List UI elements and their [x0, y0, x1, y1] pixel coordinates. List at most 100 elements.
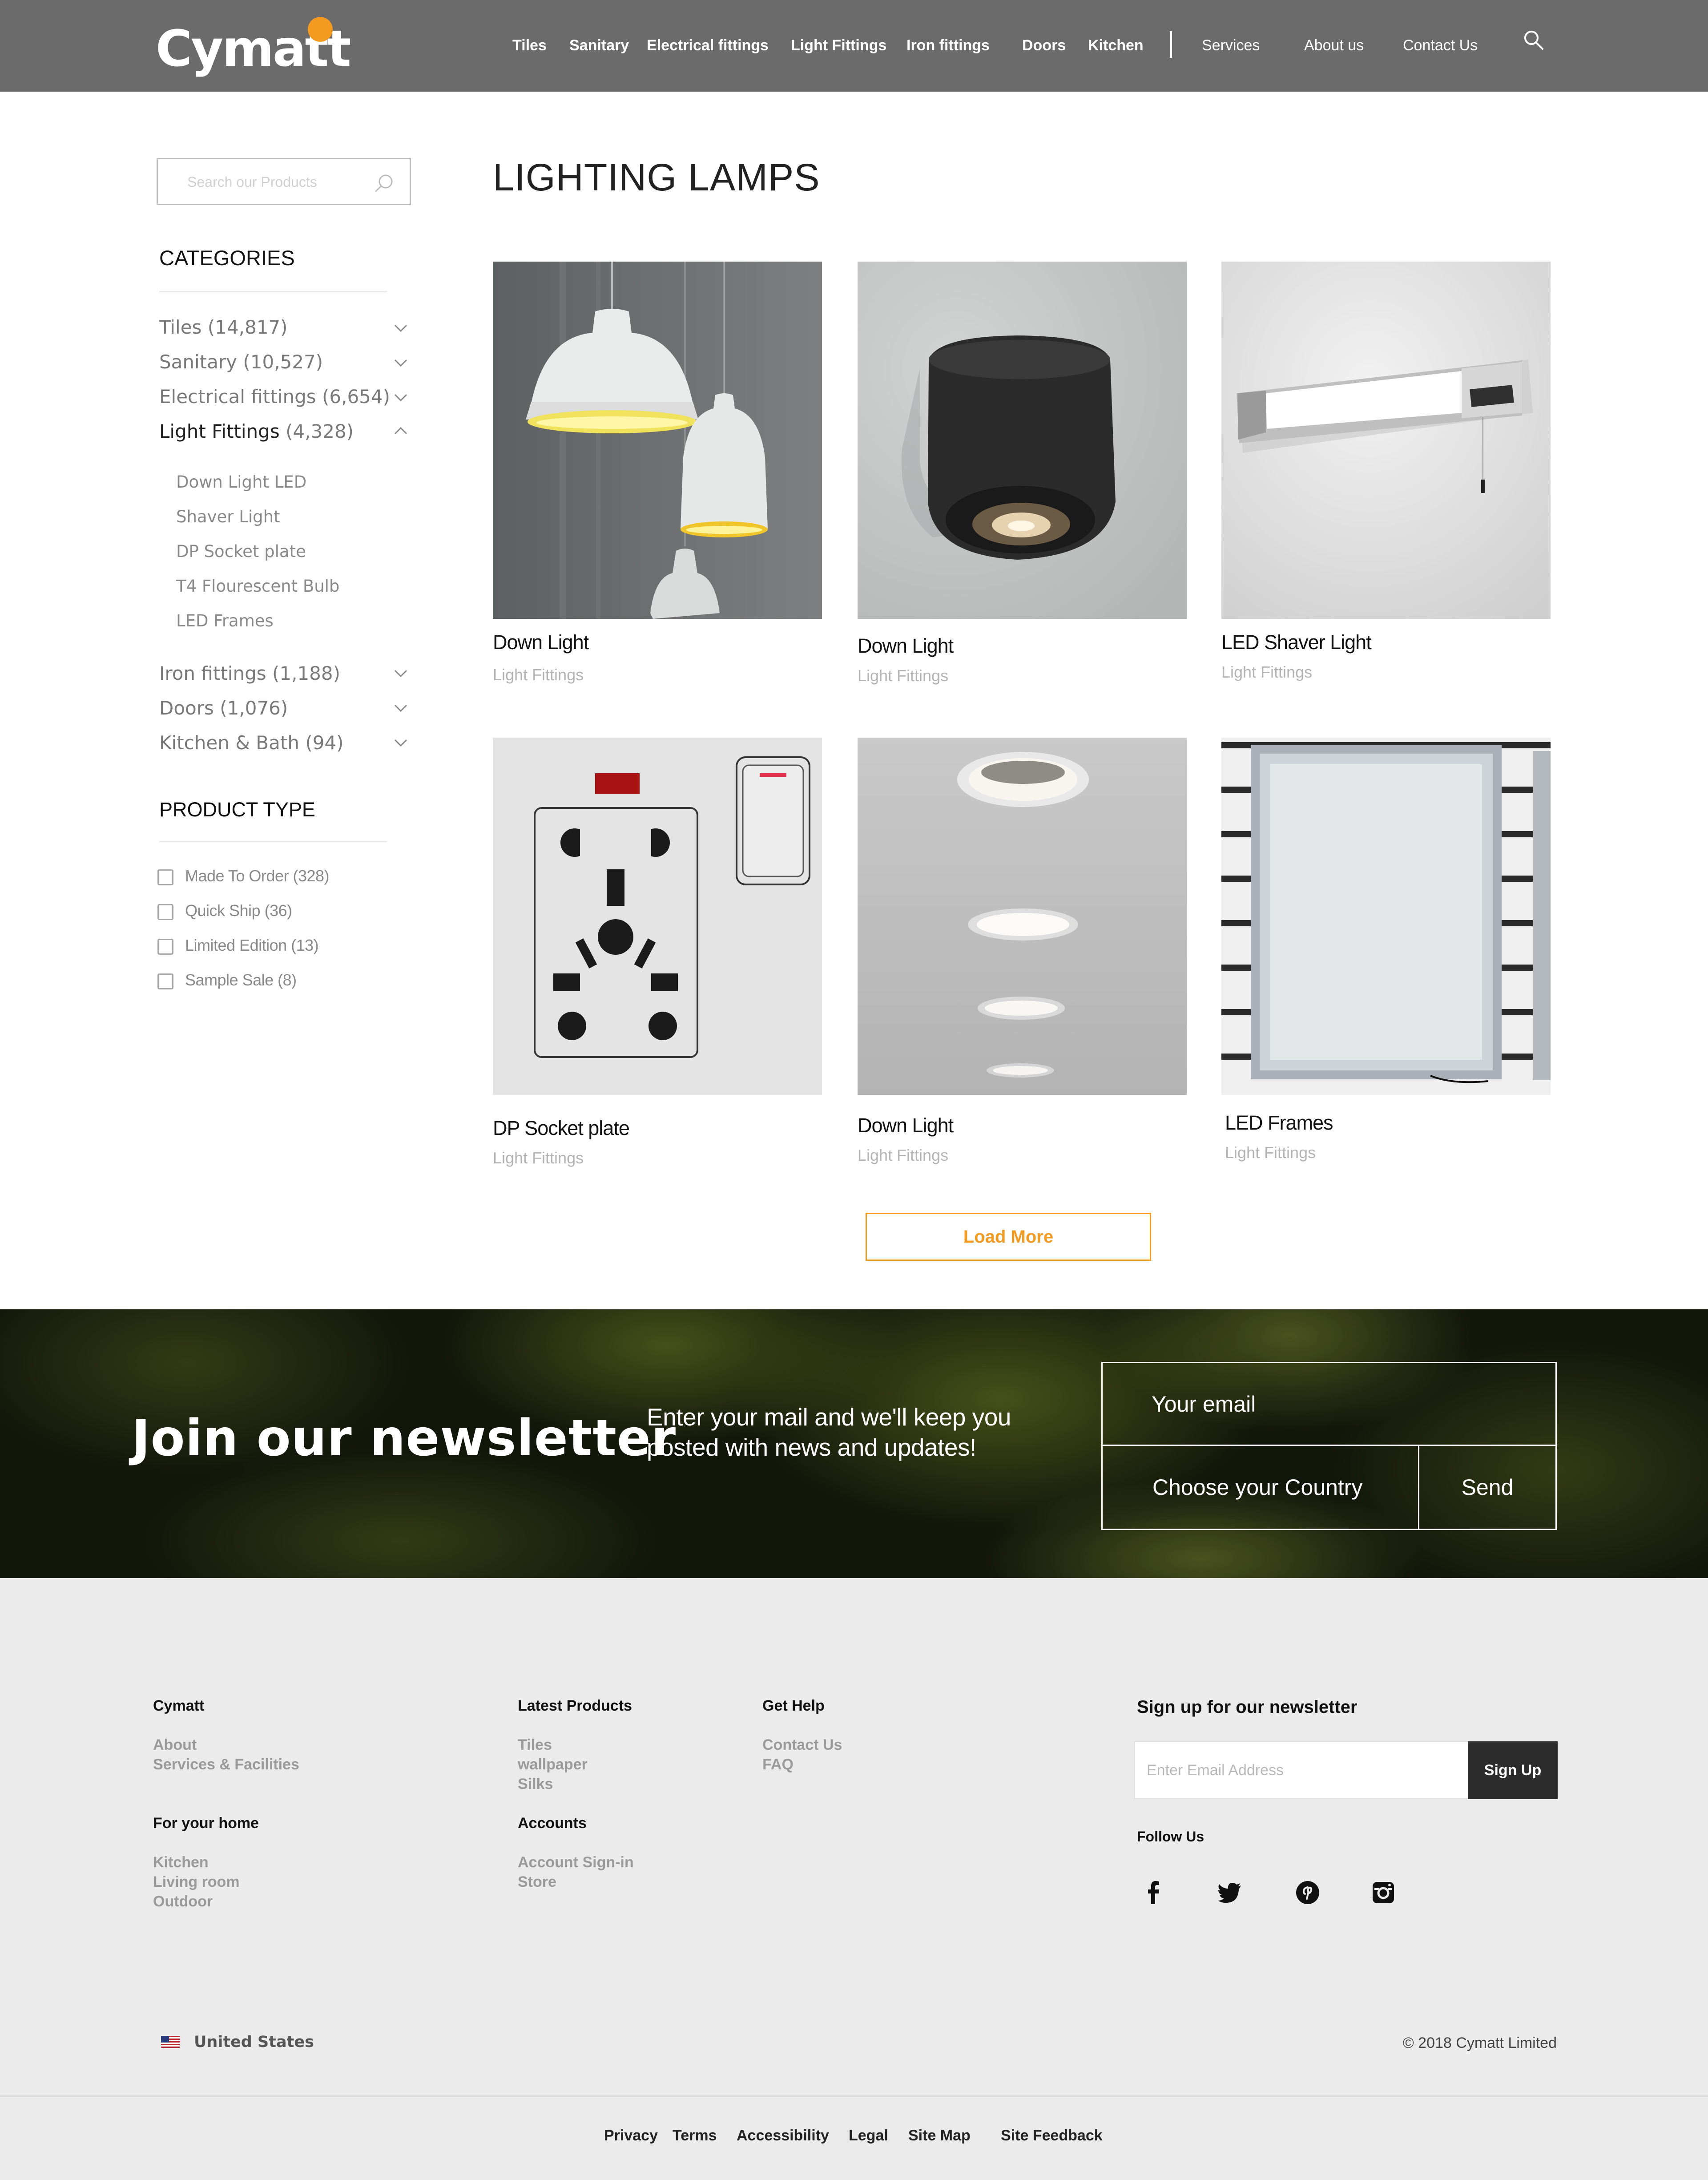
- product-title[interactable]: LED Shaver Light: [1221, 629, 1372, 656]
- product-title[interactable]: Down Light: [493, 629, 589, 656]
- product-card[interactable]: Down Light Light Fittings: [858, 738, 1187, 1174]
- footer-link-site-map[interactable]: Site Map: [908, 2126, 971, 2145]
- twitter-icon[interactable]: [1217, 1879, 1244, 1906]
- subcategory-down-light-led[interactable]: Down Light LED: [176, 471, 306, 494]
- footer-link-living-room[interactable]: Living room: [153, 1872, 240, 1892]
- footer-link-tiles[interactable]: Tiles: [518, 1735, 552, 1755]
- footer-link-services-facilities[interactable]: Services & Facilities: [153, 1755, 299, 1774]
- footer-heading-cymatt: Cymatt: [153, 1697, 205, 1714]
- product-title[interactable]: Down Light: [858, 633, 954, 659]
- send-button[interactable]: Send: [1419, 1446, 1555, 1529]
- product-title[interactable]: DP Socket plate: [493, 1115, 630, 1142]
- nav-about-us[interactable]: About us: [1304, 35, 1364, 56]
- product-card[interactable]: Down Light Light Fittings: [493, 262, 822, 689]
- chevron-down-icon[interactable]: [391, 663, 411, 683]
- category-name: Kitchen & Bath: [159, 732, 299, 754]
- nav-sanitary[interactable]: Sanitary: [569, 35, 629, 56]
- categories-heading: CATEGORIES: [159, 246, 295, 270]
- category-name: Doors: [159, 697, 214, 719]
- subcategory-led-frames[interactable]: LED Frames: [176, 610, 274, 633]
- chevron-down-icon[interactable]: [391, 698, 411, 718]
- category-kitchen-bath[interactable]: Kitchen & Bath (94): [159, 731, 344, 755]
- load-more-button[interactable]: Load More: [866, 1213, 1151, 1261]
- footer-link-wallpaper[interactable]: wallpaper: [518, 1755, 588, 1774]
- product-search-input[interactable]: [187, 169, 365, 195]
- footer-link-account-sign-in[interactable]: Account Sign-in: [518, 1853, 634, 1872]
- country-select[interactable]: Choose your Country: [1103, 1446, 1419, 1529]
- category-name: Sanitary: [159, 351, 238, 373]
- product-category: Light Fittings: [1225, 1143, 1316, 1162]
- footer-link-kitchen[interactable]: Kitchen: [153, 1853, 209, 1872]
- checkbox[interactable]: [157, 973, 173, 989]
- footer-heading-for-your-home: For your home: [153, 1815, 259, 1832]
- product-image[interactable]: [1221, 738, 1551, 1095]
- product-title[interactable]: Down Light: [858, 1112, 954, 1139]
- divider: [159, 291, 387, 292]
- logo-dot: [308, 17, 333, 42]
- footer-link-site-feedback[interactable]: Site Feedback: [1001, 2126, 1103, 2145]
- chevron-down-icon[interactable]: [391, 352, 411, 373]
- nav-services[interactable]: Services: [1202, 35, 1260, 56]
- checkbox[interactable]: [157, 869, 173, 885]
- product-image[interactable]: [1221, 262, 1551, 619]
- nav-iron-fittings[interactable]: Iron fittings: [906, 35, 990, 56]
- chevron-up-icon[interactable]: [391, 421, 411, 441]
- follow-us-label: Follow Us: [1137, 1829, 1204, 1845]
- product-card[interactable]: LED Shaver Light Light Fittings: [1221, 262, 1551, 689]
- divider: [159, 841, 387, 842]
- product-image[interactable]: [858, 262, 1187, 619]
- footer-link-contact-us[interactable]: Contact Us: [762, 1735, 842, 1755]
- category-name: Light Fittings: [159, 420, 280, 442]
- instagram-icon[interactable]: [1370, 1879, 1397, 1906]
- product-category: Light Fittings: [1221, 663, 1313, 681]
- chevron-down-icon[interactable]: [391, 732, 411, 753]
- nav-light-fittings[interactable]: Light Fittings: [791, 35, 886, 56]
- pinterest-icon[interactable]: [1294, 1879, 1321, 1906]
- footer-link-privacy[interactable]: Privacy: [604, 2126, 658, 2145]
- filter-label: Quick Ship (36): [185, 901, 292, 920]
- category-light-fittings[interactable]: Light Fittings (4,328): [159, 419, 354, 444]
- category-sanitary[interactable]: Sanitary (10,527): [159, 350, 323, 375]
- sign-up-button[interactable]: Sign Up: [1468, 1741, 1558, 1799]
- category-electrical-fittings[interactable]: Electrical fittings (6,654): [159, 384, 390, 409]
- footer-link-silks[interactable]: Silks: [518, 1774, 553, 1794]
- nav-doors[interactable]: Doors: [1022, 35, 1066, 56]
- filter-label: Made To Order (328): [185, 867, 330, 885]
- product-image[interactable]: [493, 738, 822, 1095]
- subcategory-t4-flourescent-bulb[interactable]: T4 Flourescent Bulb: [176, 575, 339, 598]
- product-image[interactable]: [858, 738, 1187, 1095]
- checkbox[interactable]: [157, 904, 173, 920]
- footer-divider: [0, 2095, 1708, 2097]
- product-card[interactable]: DP Socket plate Light Fittings: [493, 738, 822, 1174]
- chevron-down-icon[interactable]: [391, 387, 411, 408]
- product-card[interactable]: LED Frames Light Fittings: [1221, 738, 1551, 1174]
- chevron-down-icon[interactable]: [391, 318, 411, 338]
- footer-link-outdoor[interactable]: Outdoor: [153, 1892, 213, 1911]
- nav-contact-us[interactable]: Contact Us: [1403, 35, 1478, 56]
- category-count: (1,188): [272, 662, 340, 684]
- product-card[interactable]: Down Light Light Fittings: [858, 262, 1187, 689]
- product-title[interactable]: LED Frames: [1225, 1110, 1333, 1136]
- category-iron-fittings[interactable]: Iron fittings (1,188): [159, 661, 340, 686]
- nav-electrical-fittings[interactable]: Electrical fittings: [647, 35, 769, 56]
- footer-link-faq[interactable]: FAQ: [762, 1755, 794, 1774]
- checkbox[interactable]: [157, 939, 173, 955]
- category-doors[interactable]: Doors (1,076): [159, 696, 288, 721]
- product-image[interactable]: [493, 262, 822, 619]
- footer-link-about[interactable]: About: [153, 1735, 197, 1755]
- search-icon[interactable]: [369, 168, 400, 199]
- footer-link-store[interactable]: Store: [518, 1872, 556, 1892]
- newsletter-email-input[interactable]: [1103, 1363, 1555, 1446]
- footer-email-input[interactable]: [1134, 1741, 1469, 1799]
- facebook-icon[interactable]: [1140, 1879, 1167, 1906]
- nav-kitchen[interactable]: Kitchen: [1088, 35, 1144, 56]
- subcategory-shaver-light[interactable]: Shaver Light: [176, 505, 280, 529]
- nav-tiles[interactable]: Tiles: [512, 35, 547, 56]
- search-icon[interactable]: [1522, 28, 1545, 52]
- footer-link-legal[interactable]: Legal: [849, 2126, 888, 2145]
- footer-link-terms[interactable]: Terms: [673, 2126, 717, 2145]
- category-count: (94): [305, 732, 344, 754]
- category-tiles[interactable]: Tiles (14,817): [159, 315, 288, 340]
- subcategory-dp-socket-plate[interactable]: DP Socket plate: [176, 540, 306, 563]
- footer-link-accessibility[interactable]: Accessibility: [737, 2126, 829, 2145]
